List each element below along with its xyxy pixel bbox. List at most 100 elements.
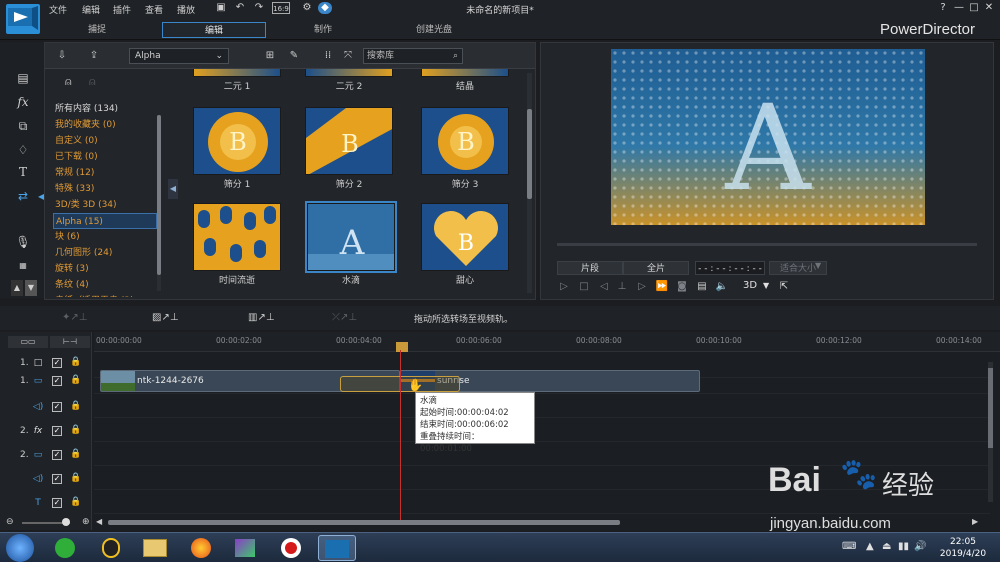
thumbnail-sieve-2[interactable]: B bbox=[305, 107, 393, 175]
title-room-icon[interactable]: T bbox=[14, 164, 32, 180]
track-enable-checkbox[interactable]: ✓ bbox=[52, 358, 62, 368]
maximize-button[interactable]: □ bbox=[967, 2, 981, 14]
preview-seek-bar[interactable] bbox=[557, 243, 977, 246]
system-clock[interactable]: 22:05 2019/4/20 bbox=[930, 536, 996, 560]
tab-produce[interactable]: 制作 bbox=[290, 22, 356, 38]
play-icon[interactable]: ▷ bbox=[557, 280, 571, 294]
undo-icon[interactable]: ↶ bbox=[233, 2, 247, 14]
menu-edit[interactable]: 编辑 bbox=[82, 3, 100, 16]
help-button[interactable]: ? bbox=[936, 2, 950, 14]
lock-icon[interactable]: 🔒 bbox=[70, 496, 81, 508]
voice-over-icon[interactable]: 🎙 bbox=[14, 234, 32, 250]
collapse-panel-icon[interactable]: ◀ bbox=[168, 179, 178, 199]
tab-edit[interactable]: 编辑 bbox=[162, 22, 266, 38]
storyboard-view-icon[interactable]: ▭▭ bbox=[8, 336, 48, 348]
taskbar-record-icon[interactable] bbox=[272, 535, 310, 561]
grid-view-icon[interactable]: ⁞⁞ bbox=[321, 49, 335, 63]
track-enable-checkbox[interactable]: ✓ bbox=[52, 498, 62, 508]
fix-enhance-icon[interactable]: ✦↗⊥ bbox=[62, 311, 87, 325]
taskbar-360-icon[interactable] bbox=[46, 535, 84, 561]
zoom-in-icon[interactable]: ⊕ bbox=[82, 517, 90, 527]
playhead-marker-icon[interactable] bbox=[396, 342, 408, 352]
thumbnail-sweetheart[interactable]: B bbox=[421, 203, 509, 271]
media-room-icon[interactable]: ▤ bbox=[14, 70, 32, 86]
category-item[interactable]: 几何图形 (24) bbox=[53, 245, 157, 261]
volume-icon[interactable]: 🔈 bbox=[715, 280, 729, 294]
category-item[interactable]: 自定义 (0) bbox=[53, 133, 157, 149]
category-item[interactable]: 我的收藏夹 (0) bbox=[53, 117, 157, 133]
aspect-ratio-icon[interactable]: 16:9 bbox=[272, 2, 290, 14]
category-item[interactable]: 特殊 (33) bbox=[53, 181, 157, 197]
menu-view[interactable]: 查看 bbox=[145, 3, 163, 16]
movie-mode-button[interactable]: 全片 bbox=[623, 261, 689, 275]
snapshot-icon[interactable]: ◙ bbox=[675, 280, 689, 294]
taskbar-explorer-icon[interactable] bbox=[136, 535, 174, 561]
chapter-room-icon[interactable]: ▦ bbox=[14, 258, 32, 274]
start-button[interactable] bbox=[6, 534, 34, 562]
tag-icon[interactable]: ⍝ bbox=[65, 75, 72, 89]
tab-create-disc[interactable]: 创建光盘 bbox=[396, 22, 472, 38]
stop-icon[interactable]: □ bbox=[577, 280, 591, 294]
modify-icon[interactable]: ▨↗⊥ bbox=[152, 311, 179, 325]
close-button[interactable]: ✕ bbox=[982, 2, 996, 14]
timeline-vscroll-thumb[interactable] bbox=[988, 368, 993, 448]
timeline-vscroll[interactable] bbox=[988, 362, 993, 502]
add-favorite-icon[interactable]: ✎ bbox=[287, 49, 301, 63]
scroll-left-icon[interactable]: ◀ bbox=[96, 517, 102, 526]
lock-icon[interactable]: 🔒 bbox=[70, 472, 81, 484]
tab-capture[interactable]: 捕捉 bbox=[60, 22, 134, 38]
chevron-down-icon[interactable]: ▼ bbox=[763, 281, 769, 290]
category-scrollbar-thumb[interactable] bbox=[157, 115, 161, 275]
zoom-out-icon[interactable]: ⊖ bbox=[6, 517, 14, 527]
category-dropdown[interactable]: Alpha ⌄ bbox=[129, 48, 229, 64]
search-input[interactable]: 搜索库 ⌕ bbox=[363, 48, 463, 64]
timeline-hscroll-thumb[interactable] bbox=[108, 520, 620, 525]
thumbnail-water-drop[interactable]: A bbox=[305, 201, 397, 273]
lock-icon[interactable]: 🔒 bbox=[70, 424, 81, 436]
undock-icon[interactable]: ⇱ bbox=[777, 280, 791, 294]
thumbnail-sieve-3[interactable]: B bbox=[421, 107, 509, 175]
collapse-up-icon[interactable]: ▲ bbox=[11, 280, 23, 296]
fast-forward-icon[interactable]: ⏩ bbox=[655, 280, 669, 294]
category-scrollbar[interactable] bbox=[157, 115, 161, 291]
lock-icon[interactable]: 🔒 bbox=[70, 448, 81, 460]
effect-room-icon[interactable]: fx bbox=[14, 94, 32, 110]
category-item[interactable]: 块 (6) bbox=[53, 229, 157, 245]
category-item[interactable]: 旋转 (3) bbox=[53, 261, 157, 277]
track-enable-checkbox[interactable]: ✓ bbox=[52, 402, 62, 412]
category-item[interactable]: 常规 (12) bbox=[53, 165, 157, 181]
zoom-slider-thumb[interactable] bbox=[62, 518, 70, 526]
timecode-field[interactable]: - - : - - : - - : - - bbox=[695, 261, 765, 275]
import-icon[interactable]: ⇩ bbox=[55, 49, 69, 63]
minimize-button[interactable]: — bbox=[952, 2, 966, 14]
usb-tray-icon[interactable]: ⏏ bbox=[882, 541, 891, 552]
split-icon[interactable]: ⊥ bbox=[615, 280, 629, 294]
particle-room-icon[interactable]: ♢ bbox=[14, 142, 32, 158]
scroll-right-icon[interactable]: ▶ bbox=[972, 517, 978, 526]
menu-plugins[interactable]: 插件 bbox=[113, 3, 131, 16]
menu-file[interactable]: 文件 bbox=[49, 3, 67, 16]
apply-to-all-icon[interactable]: ▥↗⊥ bbox=[248, 311, 275, 325]
settings-icon[interactable]: ⚙ bbox=[300, 2, 314, 14]
track-enable-checkbox[interactable]: ✓ bbox=[52, 474, 62, 484]
library-scrollbar[interactable] bbox=[527, 73, 532, 293]
subtitle-icon[interactable]: ▤ bbox=[695, 280, 709, 294]
lock-icon[interactable]: 🔒 bbox=[70, 356, 81, 368]
thumbnail-binary-2[interactable] bbox=[305, 69, 393, 77]
clip-mode-button[interactable]: 片段 bbox=[557, 261, 623, 275]
taskbar-qq-icon[interactable] bbox=[92, 535, 130, 561]
thumbnail-sieve-1[interactable]: B bbox=[193, 107, 281, 175]
thumbnail-time-lapse[interactable] bbox=[193, 203, 281, 271]
track-enable-checkbox[interactable]: ✓ bbox=[52, 450, 62, 460]
category-item[interactable]: 条纹 (4) bbox=[53, 277, 157, 293]
fit-timeline-icon[interactable]: ⊢⊣ bbox=[50, 336, 90, 348]
taskbar-media-icon[interactable] bbox=[226, 535, 264, 561]
thumbnail-binary-1[interactable] bbox=[193, 69, 281, 77]
mode-3d-toggle[interactable]: 3D bbox=[743, 280, 757, 291]
category-item[interactable]: 書紙（透用于書 (2) bbox=[53, 293, 157, 297]
next-frame-icon[interactable]: ▷ bbox=[635, 280, 649, 294]
prev-frame-icon[interactable]: ◁ bbox=[597, 280, 611, 294]
category-item[interactable]: 所有内容 (134) bbox=[53, 101, 157, 117]
playhead-line[interactable] bbox=[400, 350, 401, 520]
expand-down-icon[interactable]: ▼ bbox=[25, 280, 37, 296]
